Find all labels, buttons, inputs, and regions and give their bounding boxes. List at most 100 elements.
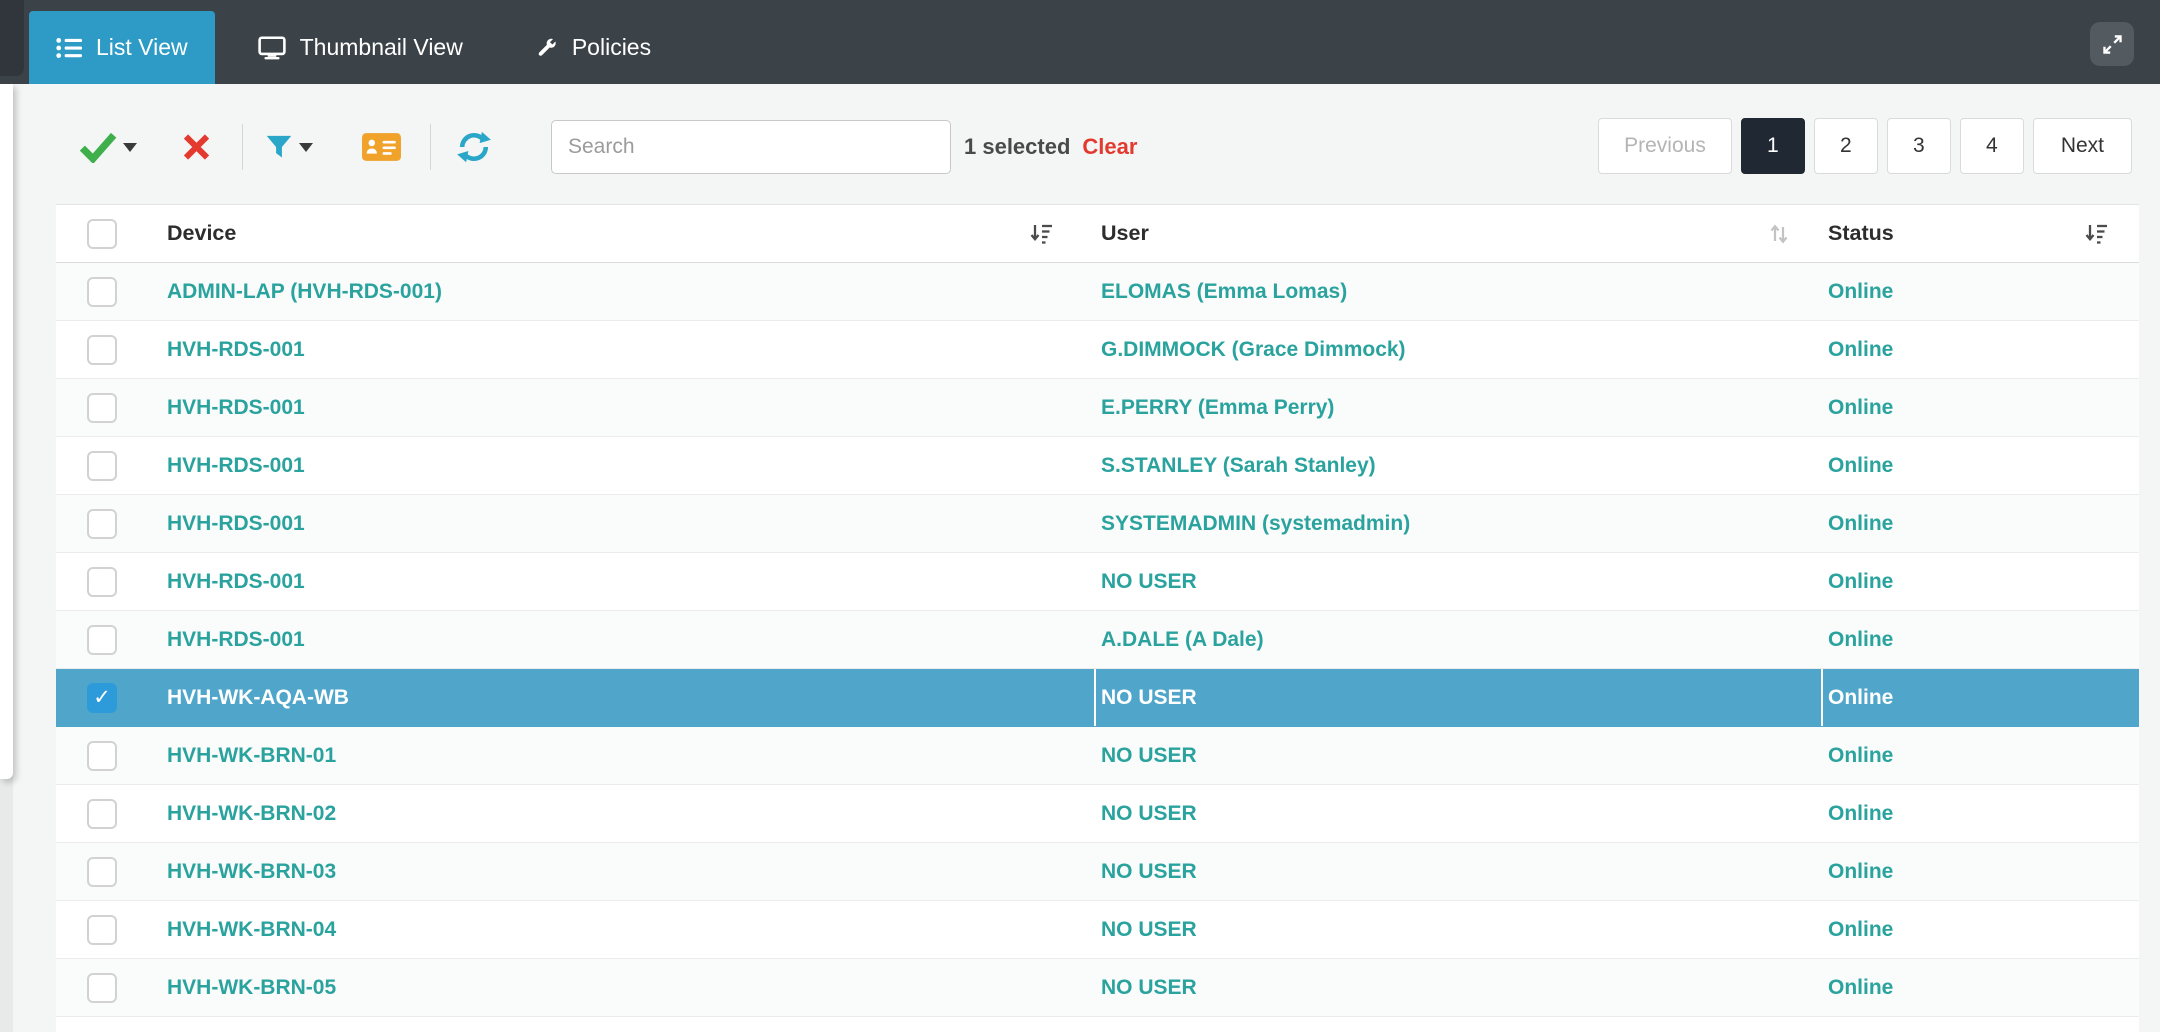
user-column-label: User: [1101, 221, 1149, 245]
page-button-4[interactable]: 4: [1959, 118, 2024, 174]
user-cell[interactable]: NO USER: [1094, 959, 1821, 1016]
sort-device-icon[interactable]: [1028, 222, 1054, 246]
table-row[interactable]: HVH-WK-BRN-01 NO USER Online: [56, 727, 2139, 785]
device-cell[interactable]: HVH-RDS-001: [166, 321, 1094, 378]
page-button-1[interactable]: 1: [1740, 118, 1805, 174]
tab-policies[interactable]: Policies: [506, 11, 678, 84]
search-input[interactable]: [551, 120, 951, 174]
pagination: Previous 1234 Next: [1598, 118, 2132, 174]
row-checkbox[interactable]: [87, 740, 117, 771]
device-cell[interactable]: HVH-WK-AQA-WB: [166, 669, 1094, 726]
next-page-button[interactable]: Next: [2032, 118, 2132, 174]
clear-selection-link[interactable]: Clear: [1082, 134, 1137, 160]
status-cell: Online: [1828, 627, 1894, 651]
device-cell[interactable]: HVH-WK-BRN-05: [166, 959, 1094, 1016]
sort-status-icon[interactable]: [2083, 222, 2109, 246]
device-cell[interactable]: HVH-WK-BRN-03: [166, 843, 1094, 900]
user-cell[interactable]: NO USER: [1094, 843, 1821, 900]
refresh-button[interactable]: [456, 129, 492, 165]
row-checkbox[interactable]: [87, 798, 117, 829]
row-checkbox[interactable]: [87, 392, 117, 423]
device-column-label: Device: [167, 221, 237, 245]
device-cell[interactable]: HVH-RDS-001: [166, 495, 1094, 552]
status-cell: Online: [1828, 279, 1894, 303]
sort-user-icon[interactable]: [1767, 222, 1791, 246]
table-row[interactable]: ADMIN-LAP (HVH-RDS-001) ELOMAS (Emma Lom…: [56, 263, 2139, 321]
device-cell[interactable]: HVH-RDS-001: [166, 611, 1094, 668]
row-checkbox[interactable]: [87, 856, 117, 887]
tab-policies-label: Policies: [571, 34, 652, 60]
device-cell[interactable]: HVH-RDS-001: [166, 553, 1094, 610]
table-row[interactable]: HVH-RDS-001 A.DALE (A Dale) Online: [56, 611, 2139, 669]
table-row[interactable]: HVH-WK-AQA-WB NO USER Online: [56, 669, 2139, 727]
caret-down-icon: [123, 142, 137, 152]
row-checkbox[interactable]: [87, 450, 117, 481]
status-column-header[interactable]: Status: [1821, 205, 2139, 262]
row-checkbox[interactable]: [87, 624, 117, 655]
user-cell[interactable]: NO USER: [1094, 553, 1821, 610]
table-row[interactable]: HVH-WK-BRN-04 NO USER Online: [56, 901, 2139, 959]
list-view-icon: [56, 37, 82, 58]
user-cell[interactable]: SYSTEMADMIN (systemadmin): [1094, 495, 1821, 552]
select-all-cell: [56, 205, 166, 262]
approve-dropdown-button[interactable]: [79, 131, 137, 163]
x-icon: [183, 134, 210, 160]
row-checkbox[interactable]: [87, 276, 117, 307]
user-cell[interactable]: ELOMAS (Emma Lomas): [1094, 263, 1821, 320]
table-row[interactable]: HVH-WK-BRN-02 NO USER Online: [56, 785, 2139, 843]
previous-page-button[interactable]: Previous: [1598, 118, 1732, 174]
device-column-header[interactable]: Device: [166, 205, 1094, 262]
selected-count-text: 1 selected: [964, 134, 1071, 159]
status-cell: Online: [1828, 859, 1894, 883]
user-cell[interactable]: NO USER: [1094, 669, 1821, 726]
tab-thumbnail-view[interactable]: Thumbnail View: [231, 11, 490, 84]
status-cell: Online: [1828, 569, 1894, 593]
user-column-header[interactable]: User: [1094, 205, 1821, 262]
user-cell[interactable]: A.DALE (A Dale): [1094, 611, 1821, 668]
page-button-3[interactable]: 3: [1886, 118, 1951, 174]
select-all-checkbox[interactable]: [87, 218, 117, 249]
row-checkbox-cell: [56, 495, 166, 552]
device-cell[interactable]: ADMIN-LAP (HVH-RDS-001): [166, 263, 1094, 320]
row-checkbox[interactable]: [87, 972, 117, 1003]
tab-list-view[interactable]: List View: [29, 11, 215, 84]
table-row[interactable]: HVH-RDS-001 E.PERRY (Emma Perry) Online: [56, 379, 2139, 437]
user-cell[interactable]: S.STANLEY (Sarah Stanley): [1094, 437, 1821, 494]
row-checkbox[interactable]: [87, 682, 117, 713]
device-cell[interactable]: HVH-WK-BRN-04: [166, 901, 1094, 958]
refresh-icon: [457, 131, 491, 163]
table-row[interactable]: HVH-RDS-001 S.STANLEY (Sarah Stanley) On…: [56, 437, 2139, 495]
page-button-2[interactable]: 2: [1813, 118, 1878, 174]
sidebar-top-notch: [0, 0, 24, 76]
expand-button[interactable]: [2090, 22, 2134, 66]
user-cell[interactable]: NO USER: [1094, 727, 1821, 784]
table-row[interactable]: HVH-RDS-001 SYSTEMADMIN (systemadmin) On…: [56, 495, 2139, 553]
row-checkbox-cell: [56, 727, 166, 784]
row-checkbox-cell: [56, 843, 166, 900]
row-checkbox[interactable]: [87, 334, 117, 365]
row-checkbox[interactable]: [87, 566, 117, 597]
device-cell[interactable]: HVH-RDS-001: [166, 437, 1094, 494]
user-cell[interactable]: NO USER: [1094, 901, 1821, 958]
row-checkbox-cell: [56, 321, 166, 378]
table-row[interactable]: HVH-RDS-001 NO USER Online: [56, 553, 2139, 611]
table-row[interactable]: HVH-WK-BRN-05 NO USER Online: [56, 959, 2139, 1017]
table-row[interactable]: HVH-RDS-001 G.DIMMOCK (Grace Dimmock) On…: [56, 321, 2139, 379]
filter-icon: [266, 135, 292, 158]
device-cell[interactable]: HVH-RDS-001: [166, 379, 1094, 436]
row-checkbox-cell: [56, 437, 166, 494]
user-cell[interactable]: E.PERRY (Emma Perry): [1094, 379, 1821, 436]
id-card-button[interactable]: [361, 132, 402, 163]
main-content: 1 selected Clear Previous 1234 Next Devi…: [13, 84, 2160, 1032]
row-checkbox[interactable]: [87, 914, 117, 945]
user-cell[interactable]: G.DIMMOCK (Grace Dimmock): [1094, 321, 1821, 378]
device-cell[interactable]: HVH-WK-BRN-01: [166, 727, 1094, 784]
user-cell[interactable]: NO USER: [1094, 785, 1821, 842]
delete-button[interactable]: [181, 132, 212, 163]
collapsed-side-panel-edge[interactable]: [0, 84, 13, 779]
filter-dropdown-button[interactable]: [265, 133, 313, 161]
row-checkbox[interactable]: [87, 508, 117, 539]
table-row[interactable]: HVH-WK-BRN-03 NO USER Online: [56, 843, 2139, 901]
device-cell[interactable]: HVH-WK-BRN-02: [166, 785, 1094, 842]
row-checkbox-cell: [56, 959, 166, 1016]
